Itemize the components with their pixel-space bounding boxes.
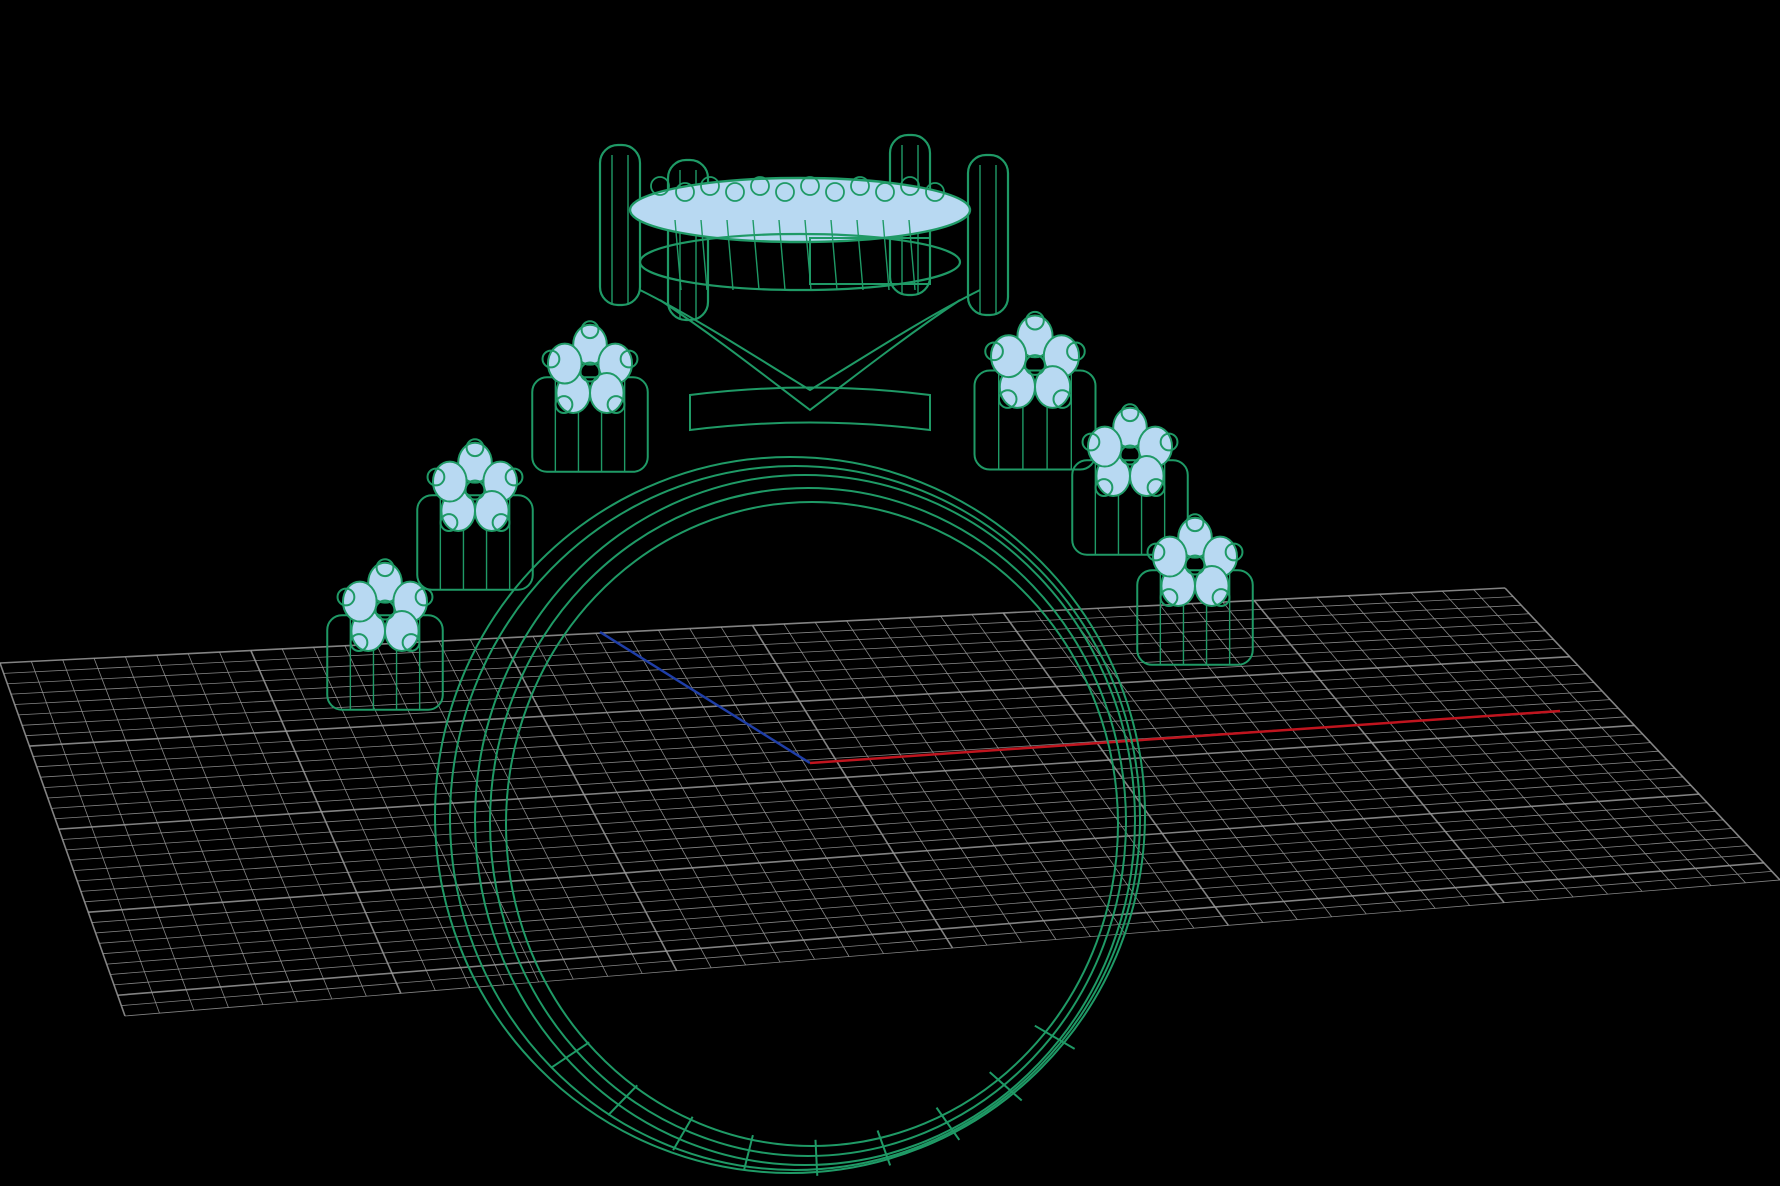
grid-line xyxy=(55,716,1627,820)
crown-prong xyxy=(598,143,642,307)
grid-line xyxy=(62,733,1643,840)
cluster-head-left-mid xyxy=(416,438,534,591)
grid-line xyxy=(84,785,1692,903)
grid-line xyxy=(106,836,1740,965)
stone xyxy=(990,334,1028,379)
grid-line xyxy=(99,819,1724,944)
grid-line xyxy=(95,810,1716,934)
cluster-head-right-low xyxy=(1136,513,1254,666)
shank-section-line xyxy=(742,1134,754,1171)
crown-bridge xyxy=(639,289,981,432)
world-axes xyxy=(599,630,1561,765)
cluster-head-right-top xyxy=(973,310,1097,471)
grid-line xyxy=(117,862,1764,997)
grid-line xyxy=(14,621,1538,705)
cluster-head-left-top xyxy=(531,320,649,473)
shank-section-line xyxy=(672,1116,694,1151)
grid-line xyxy=(110,845,1748,975)
grid-line xyxy=(102,828,1732,955)
stone xyxy=(432,460,468,503)
ring-shank xyxy=(434,456,1146,1176)
bridge-arch xyxy=(639,289,981,392)
stone xyxy=(1087,425,1123,468)
grid-line xyxy=(0,587,1506,664)
center-crown xyxy=(598,133,1010,322)
grid-line xyxy=(47,699,1611,799)
crown-prong xyxy=(966,153,1010,317)
grid-line xyxy=(3,596,1514,674)
3d-viewport[interactable] xyxy=(0,0,1780,1186)
cluster-head-left-low xyxy=(326,558,444,711)
shank-rail xyxy=(449,465,1141,1171)
stone xyxy=(1152,535,1188,578)
stone xyxy=(547,342,583,385)
grid-line xyxy=(69,750,1659,861)
construction-grid xyxy=(0,587,1780,1017)
shank-rail xyxy=(489,487,1127,1157)
viewport-canvas[interactable] xyxy=(0,0,1780,1186)
stone xyxy=(342,580,378,623)
shank-rail xyxy=(434,456,1146,1174)
grid-line xyxy=(124,879,1780,1017)
grid-line xyxy=(113,853,1756,986)
ring-wireframe-model[interactable] xyxy=(326,133,1254,1176)
cluster-head-right-mid xyxy=(1071,403,1189,556)
